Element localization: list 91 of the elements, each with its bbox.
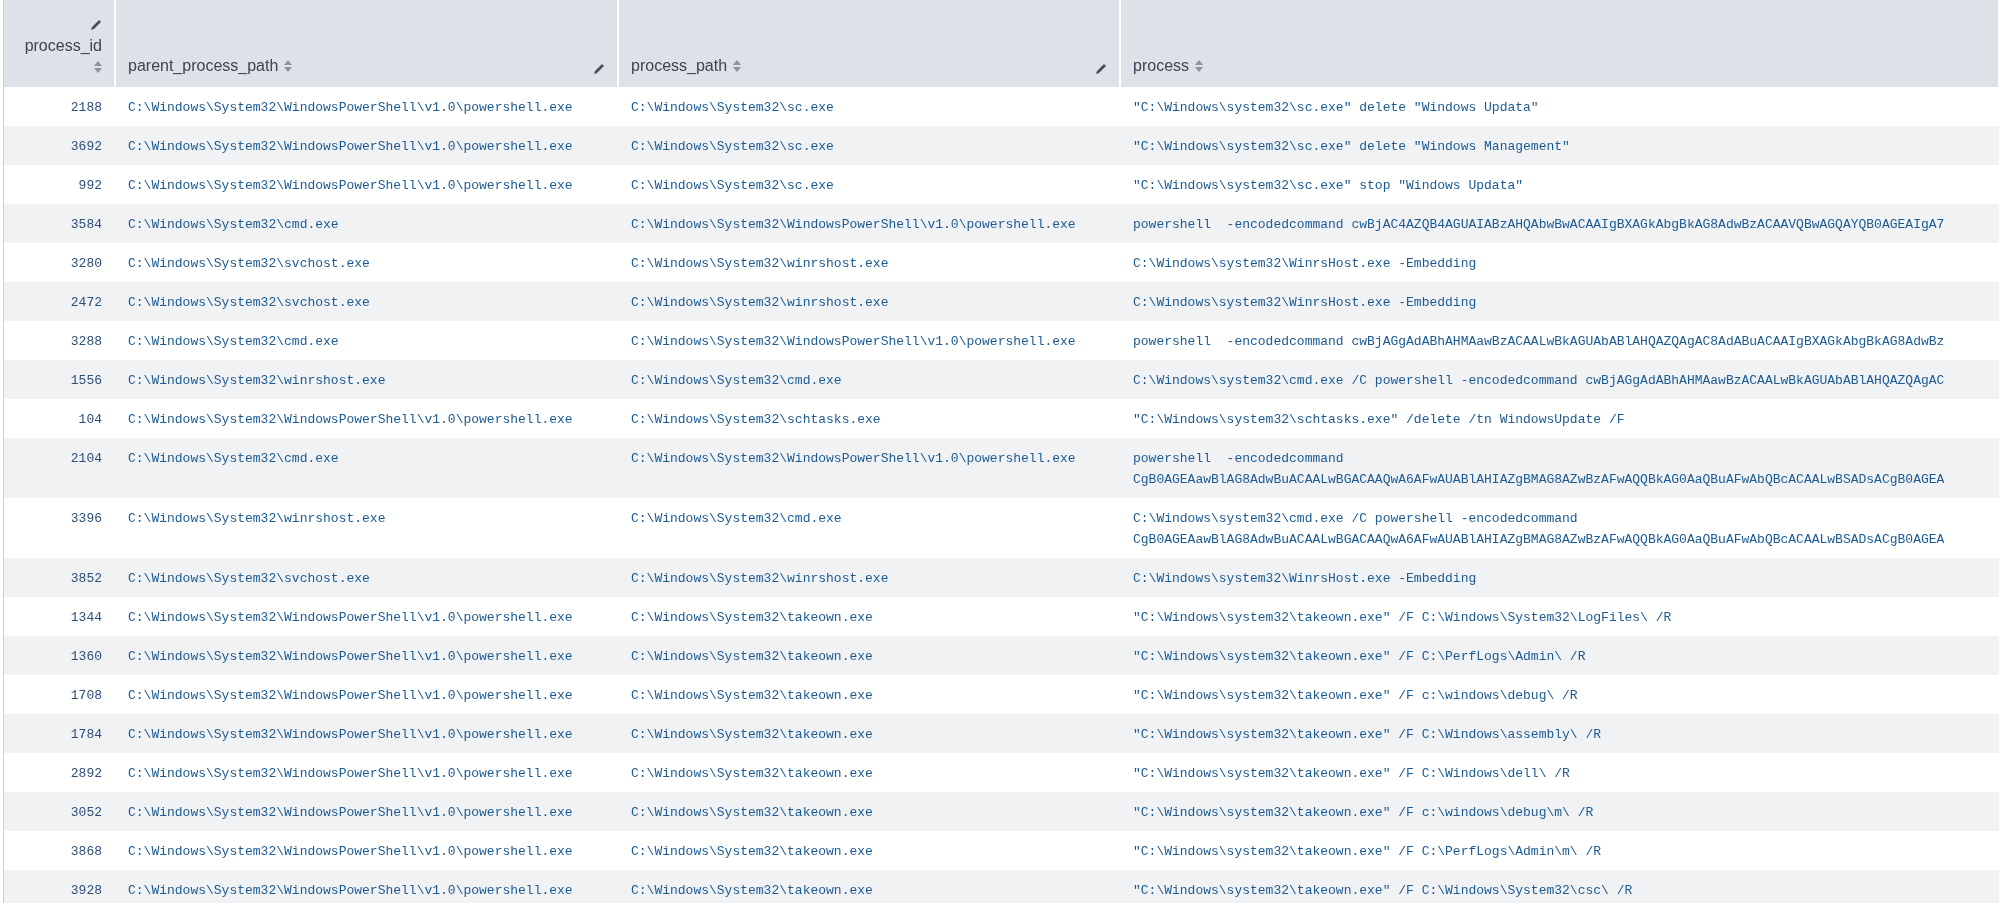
table-cell-text: "C:\Windows\system32\takeown.exe" /F C:\PerfLogs\Admin\m\ /R: [1132, 843, 1603, 861]
table-cell-text: 2892: [69, 765, 103, 783]
table-cell-text: C:\Windows\System32\winrshost.exe: [127, 510, 387, 528]
column-label[interactable]: process: [1133, 57, 1190, 75]
table-cell-text: "C:\Windows\system32\takeown.exe" /F C:\Windows\System32\csc\ /R: [1132, 882, 1634, 900]
table-cell-text: C:\Windows\system32\cmd.exe /C powershell -encodedcommand CgB0AGEAawBlAG8AdwBuACAALwBGACAAQwA6AFwAUABlAHIAZgBMAG8AZwBzAFwAQQBkAG0AaQBuAFwAbQBcACAALwBSADsACgB0AGEA: [1132, 510, 1946, 549]
table-cell-text: 3052: [69, 804, 103, 822]
table-cell-text: C:\Windows\System32\WindowsPowerShell\v1.0\powershell.exe: [630, 450, 1077, 468]
table-cell-text: C:\Windows\System32\cmd.exe: [127, 450, 340, 468]
table-cell-text: C:\Windows\System32\WindowsPowerShell\v1.0\powershell.exe: [127, 687, 574, 705]
table-cell-text: "C:\Windows\system32\takeown.exe" /F C:\Windows\dell\ /R: [1132, 765, 1571, 783]
table-cell-text: C:\Windows\System32\takeown.exe: [630, 843, 874, 861]
table-cell-text: "C:\Windows\system32\takeown.exe" /F C:\Windows\assembly\ /R: [1132, 726, 1603, 744]
sort-icon[interactable]: [284, 60, 293, 72]
table-cell-text: C:\Windows\System32\WindowsPowerShell\v1.0\powershell.exe: [127, 648, 574, 666]
table-cell-text: C:\Windows\System32\WindowsPowerShell\v1.0\powershell.exe: [127, 138, 574, 156]
table-cell-text: C:\Windows\System32\WindowsPowerShell\v1.0\powershell.exe: [127, 765, 574, 783]
table-cell-text: 3692: [69, 138, 103, 156]
table-cell-text: C:\Windows\system32\WinrsHost.exe -Embedding: [1132, 294, 1478, 312]
column-label[interactable]: process_path: [631, 57, 728, 75]
table-cell-text: C:\Windows\System32\sc.exe: [630, 177, 835, 195]
table-cell-text: "C:\Windows\system32\takeown.exe" /F C:\PerfLogs\Admin\ /R: [1132, 648, 1587, 666]
table-cell-text: C:\Windows\System32\WindowsPowerShell\v1.0\powershell.exe: [127, 726, 574, 744]
table-cell-text: C:\Windows\System32\cmd.exe: [630, 372, 843, 390]
table-cell-text: "C:\Windows\system32\takeown.exe" /F c:\windows\debug\m\ /R: [1132, 804, 1595, 822]
table-cell-text: C:\Windows\System32\WindowsPowerShell\v1.0\powershell.exe: [127, 843, 574, 861]
table-cell-text: C:\Windows\System32\takeown.exe: [630, 687, 874, 705]
table-cell-text: C:\Windows\System32\winrshost.exe: [630, 294, 890, 312]
table-cell-text: 104: [77, 411, 103, 429]
table-cell-text: 1784: [69, 726, 103, 744]
table-cell-text: powershell -encodedcommand cwBjAC4AZQB4AGUAIABzAHQAbwBwACAAIgBXAGkAbgBkAG8AdwBzACAAVQBwAGQAYQB0AGEAIgA7: [1132, 216, 1946, 234]
table-cell-text: C:\Windows\System32\takeown.exe: [630, 648, 874, 666]
table-cell-text: C:\Windows\System32\takeown.exe: [630, 609, 874, 627]
table-cell-text: "C:\Windows\system32\sc.exe" stop "Windows Updata": [1132, 177, 1525, 195]
table-cell-text: 3868: [69, 843, 103, 861]
table-cell-text: 2104: [69, 450, 103, 468]
table-cell-text: C:\Windows\System32\svchost.exe: [127, 294, 371, 312]
table-cell-text: 1708: [69, 687, 103, 705]
table-cell-text: C:\Windows\System32\takeown.exe: [630, 765, 874, 783]
table-cell-text: C:\Windows\System32\WindowsPowerShell\v1.0\powershell.exe: [127, 177, 574, 195]
sort-icon[interactable]: [733, 60, 742, 72]
table-cell-text: C:\Windows\System32\WindowsPowerShell\v1.0\powershell.exe: [127, 609, 574, 627]
table-cell-text: C:\Windows\system32\WinrsHost.exe -Embedding: [1132, 570, 1478, 588]
table-cell-text: 3396: [69, 510, 103, 528]
table-cell-text: C:\Windows\System32\WindowsPowerShell\v1.0\powershell.exe: [127, 411, 574, 429]
table-cell-text: "C:\Windows\system32\takeown.exe" /F C:\Windows\System32\LogFiles\ /R: [1132, 609, 1673, 627]
table-cell-text: C:\Windows\System32\WindowsPowerShell\v1.0\powershell.exe: [630, 333, 1077, 351]
sort-icon[interactable]: [94, 60, 102, 73]
table-cell-text: C:\Windows\System32\schtasks.exe: [630, 411, 882, 429]
table-cell-text: 3852: [69, 570, 103, 588]
table-cell-text: C:\Windows\System32\takeown.exe: [630, 726, 874, 744]
table-cell-text: 1344: [69, 609, 103, 627]
table-cell-text: C:\Windows\system32\WinrsHost.exe -Embedding: [1132, 255, 1478, 273]
table-cell-text: C:\Windows\system32\cmd.exe /C powershell -encodedcommand cwBjAGgAdABhAHMAawBzACAALwBkAGUAbABlAHQAZQAgAC: [1132, 372, 1946, 390]
table-cell-text: "C:\Windows\system32\schtasks.exe" /delete /tn WindowsUpdate /F: [1132, 411, 1626, 429]
table-cell-text: C:\Windows\System32\takeown.exe: [630, 882, 874, 900]
table-cell-text: 3288: [69, 333, 103, 351]
table-cell-text: C:\Windows\System32\cmd.exe: [127, 333, 340, 351]
table-cell-text: 2472: [69, 294, 103, 312]
sort-icon[interactable]: [1195, 60, 1204, 72]
table-cell-text: "C:\Windows\system32\sc.exe" delete "Windows Updata": [1132, 99, 1540, 117]
table-cell-text: "C:\Windows\system32\sc.exe" delete "Windows Management": [1132, 138, 1571, 156]
table-cell-text: 1556: [69, 372, 103, 390]
table-cell-text: powershell -encodedcommand cwBjAGgAdABhAHMAawBzACAALwBkAGUAbABlAHQAZQAgAC8AdABuACAAIgBXAGkAbgBkAG8AdwBz: [1132, 333, 1946, 351]
table-cell-text: C:\Windows\System32\svchost.exe: [127, 255, 371, 273]
table-cell-text: C:\Windows\System32\sc.exe: [630, 138, 835, 156]
table-cell-text: 2188: [69, 99, 103, 117]
table-cell-text: C:\Windows\System32\WindowsPowerShell\v1.0\powershell.exe: [630, 216, 1077, 234]
table-cell-text: C:\Windows\System32\WindowsPowerShell\v1.0\powershell.exe: [127, 99, 574, 117]
table-cell-text: C:\Windows\System32\sc.exe: [630, 99, 835, 117]
column-label[interactable]: process_id: [24, 36, 102, 54]
table-cell-text: 3584: [69, 216, 103, 234]
table-cell-text: C:\Windows\System32\winrshost.exe: [630, 570, 890, 588]
table-cell-text: C:\Windows\System32\svchost.exe: [127, 570, 371, 588]
pencil-icon[interactable]: [90, 18, 102, 31]
table-cell-text: powershell -encodedcommand CgB0AGEAawBlAG8AdwBuACAALwBGACAAQwA6AFwAUABlAHIAZgBMAG8AZwBzAFwAQQBkAG0AaQBuAFwAbQBcACAALwBSADsACgB0AGEA: [1132, 450, 1946, 489]
table-cell-text: C:\Windows\System32\cmd.exe: [127, 216, 340, 234]
table-cell-text: C:\Windows\System32\WindowsPowerShell\v1.0\powershell.exe: [127, 804, 574, 822]
table-cell-text: 3928: [69, 882, 103, 900]
pencil-icon[interactable]: [1095, 63, 1107, 75]
pencil-icon[interactable]: [593, 63, 605, 75]
table-cell-text: C:\Windows\System32\winrshost.exe: [127, 372, 387, 390]
table-cell-text: C:\Windows\System32\cmd.exe: [630, 510, 843, 528]
column-label[interactable]: parent_process_path: [128, 57, 279, 75]
table-cell-text: "C:\Windows\system32\takeown.exe" /F c:\windows\debug\ /R: [1132, 687, 1579, 705]
table-cell-text: C:\Windows\System32\winrshost.exe: [630, 255, 890, 273]
table-cell-text: C:\Windows\System32\WindowsPowerShell\v1.0\powershell.exe: [127, 882, 574, 900]
table-cell-text: 1360: [69, 648, 103, 666]
table-cell-text: C:\Windows\System32\takeown.exe: [630, 804, 874, 822]
table-cell-text: 3280: [69, 255, 103, 273]
table-cell-text: 992: [77, 177, 103, 195]
